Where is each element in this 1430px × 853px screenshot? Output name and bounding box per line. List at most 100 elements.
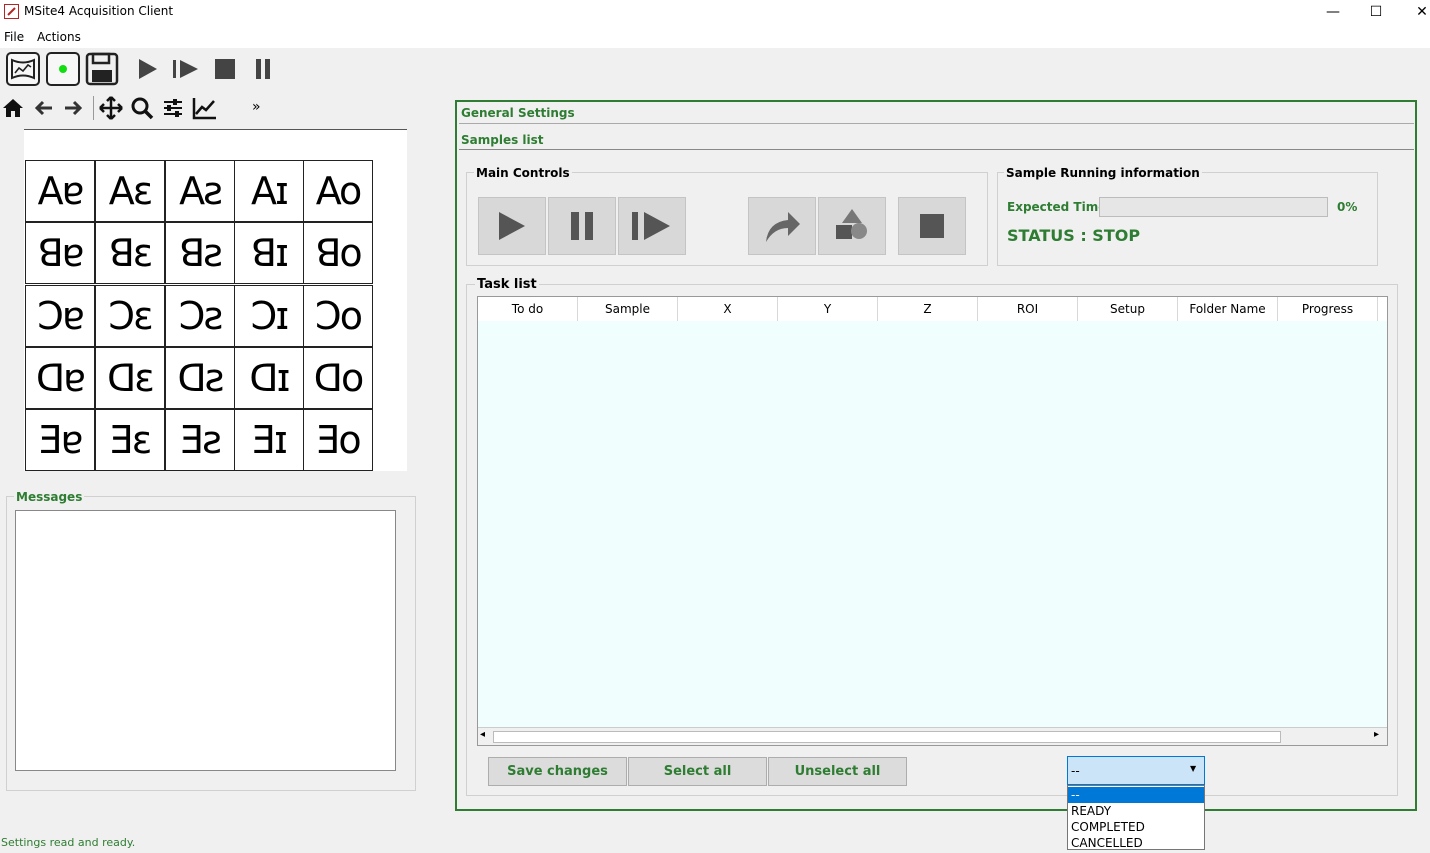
grid-cell: Ǝɪ	[234, 409, 304, 471]
menu-bar: File Actions	[0, 26, 1430, 48]
grid-cell: ᗡɛ	[95, 347, 165, 409]
grid-cell: Ↄɛ	[95, 285, 165, 347]
stop-icon[interactable]	[210, 52, 244, 86]
maximize-button[interactable]: ☐	[1353, 0, 1399, 26]
messages-label: Messages	[14, 490, 85, 504]
dropdown-option-cancelled[interactable]: CANCELLED	[1068, 835, 1204, 851]
back-arrow-icon[interactable]	[32, 96, 56, 120]
run-button[interactable]	[478, 197, 546, 255]
dropdown-option-ready[interactable]: READY	[1068, 803, 1204, 819]
scroll-left-icon[interactable]: ◂	[480, 729, 485, 740]
general-settings-header[interactable]	[459, 102, 1414, 124]
toolbar-overflow-icon[interactable]: »	[252, 99, 261, 115]
play-icon[interactable]	[133, 52, 167, 86]
save-changes-button[interactable]: Save changes	[488, 757, 627, 786]
step-forward-icon	[632, 212, 670, 240]
configure-subplots-icon[interactable]	[161, 96, 185, 120]
grid-cell: Ǝɐ	[25, 409, 95, 471]
grid-cell: ꓭƨ	[165, 222, 235, 284]
close-button[interactable]: ✕	[1399, 0, 1430, 26]
window-title: MSite4 Acquisition Client	[24, 4, 174, 18]
shapes-button[interactable]	[818, 197, 886, 255]
column-header-progress[interactable]: Progress	[1278, 297, 1378, 321]
step-forward-icon[interactable]	[170, 52, 204, 86]
messages-textbox[interactable]	[15, 510, 396, 771]
edit-axis-icon[interactable]	[192, 96, 216, 120]
grid-cell: ꓭo	[303, 222, 373, 284]
status-filter-dropdown: -- READY COMPLETED CANCELLED	[1067, 785, 1205, 850]
grid-cell: ꓭɪ	[234, 222, 304, 284]
grid-cell: ᗡo	[303, 347, 373, 409]
forward-arrow-icon[interactable]	[61, 96, 85, 120]
grid-cell: Ↄɪ	[234, 285, 304, 347]
chevron-down-icon[interactable]: ▼	[1190, 764, 1196, 773]
sample-running-title: Sample Running information	[1004, 166, 1202, 180]
task-list-title: Task list	[475, 277, 539, 292]
task-table-header: To do Sample X Y Z ROI Setup Folder Name…	[478, 297, 1387, 321]
image-grid: Aɐ Aɛ Aƨ Aɪ Ao ꓭɐ ꓭɛ ꓭƨ ꓭɪ ꓭo Ↄɐ Ↄɛ Ↄƨ Ↄ…	[24, 159, 374, 471]
grid-cell: Aɛ	[95, 160, 165, 222]
grid-cell: Aƨ	[165, 160, 235, 222]
stop-button[interactable]	[898, 197, 966, 255]
grid-cell: Ↄɐ	[25, 285, 95, 347]
column-header-todo[interactable]: To do	[478, 297, 578, 321]
sample-running-group	[997, 172, 1378, 266]
task-table[interactable]	[477, 296, 1388, 746]
shapes-icon	[836, 209, 867, 239]
unselect-all-button[interactable]: Unselect all	[768, 757, 907, 786]
column-header-sample[interactable]: Sample	[578, 297, 678, 321]
grid-cell: ꓭɐ	[25, 222, 95, 284]
expected-time-label: Expected Time:	[1007, 200, 1112, 214]
samples-list-title[interactable]: Samples list	[461, 133, 544, 147]
grid-cell: Ao	[303, 160, 373, 222]
column-header-y[interactable]: Y	[778, 297, 878, 321]
minimize-button[interactable]: —	[1310, 0, 1356, 26]
status-bar-text: Settings read and ready.	[1, 836, 136, 849]
chart-window-icon[interactable]	[6, 52, 40, 86]
step-button[interactable]	[618, 197, 686, 255]
pause-button[interactable]	[548, 197, 616, 255]
save-icon[interactable]	[85, 52, 119, 86]
grid-cell: Aɪ	[234, 160, 304, 222]
grid-cell: Ↄƨ	[165, 285, 235, 347]
progress-percent: 0%	[1337, 200, 1358, 214]
status-filter-value: --	[1071, 764, 1080, 778]
grid-cell: ᗡɪ	[234, 347, 304, 409]
skip-button[interactable]	[748, 197, 816, 255]
grid-cell: Aɐ	[25, 160, 95, 222]
zoom-icon[interactable]	[130, 96, 154, 120]
grid-cell: Ǝo	[303, 409, 373, 471]
select-all-button[interactable]: Select all	[628, 757, 767, 786]
general-settings-title[interactable]: General Settings	[461, 106, 575, 120]
column-header-folder-name[interactable]: Folder Name	[1178, 297, 1278, 321]
menu-file[interactable]: File	[4, 30, 24, 44]
connection-status-icon[interactable]	[46, 52, 80, 86]
dropdown-option-completed[interactable]: COMPLETED	[1068, 819, 1204, 835]
toolbar-divider	[93, 96, 94, 120]
pause-icon[interactable]	[248, 52, 282, 86]
grid-cell: Ↄo	[303, 285, 373, 347]
stop-icon	[920, 214, 944, 238]
scrollbar-thumb[interactable]	[493, 731, 1281, 743]
menu-actions[interactable]: Actions	[37, 30, 81, 44]
column-header-roi[interactable]: ROI	[978, 297, 1078, 321]
home-icon[interactable]	[1, 96, 25, 120]
horizontal-scrollbar[interactable]: ◂ ▸	[478, 727, 1387, 745]
redo-arrow-icon	[766, 212, 800, 242]
grid-cell: ꓭɛ	[95, 222, 165, 284]
column-header-z[interactable]: Z	[878, 297, 978, 321]
samples-list-header[interactable]	[459, 128, 1414, 150]
grid-cell: ᗡɐ	[25, 347, 95, 409]
pause-icon	[571, 212, 593, 240]
play-icon	[499, 212, 525, 240]
title-bar: MSite4 Acquisition Client — ☐ ✕	[0, 0, 1430, 26]
status-filter-select[interactable]	[1067, 756, 1205, 785]
dropdown-option-none[interactable]: --	[1068, 787, 1204, 803]
scroll-right-icon[interactable]: ▸	[1374, 729, 1379, 740]
column-header-setup[interactable]: Setup	[1078, 297, 1178, 321]
status-text: STATUS : STOP	[1007, 226, 1141, 245]
column-header-x[interactable]: X	[678, 297, 778, 321]
grid-cell: Ǝƨ	[165, 409, 235, 471]
grid-cell: Ǝɛ	[95, 409, 165, 471]
pan-move-icon[interactable]	[99, 96, 123, 120]
